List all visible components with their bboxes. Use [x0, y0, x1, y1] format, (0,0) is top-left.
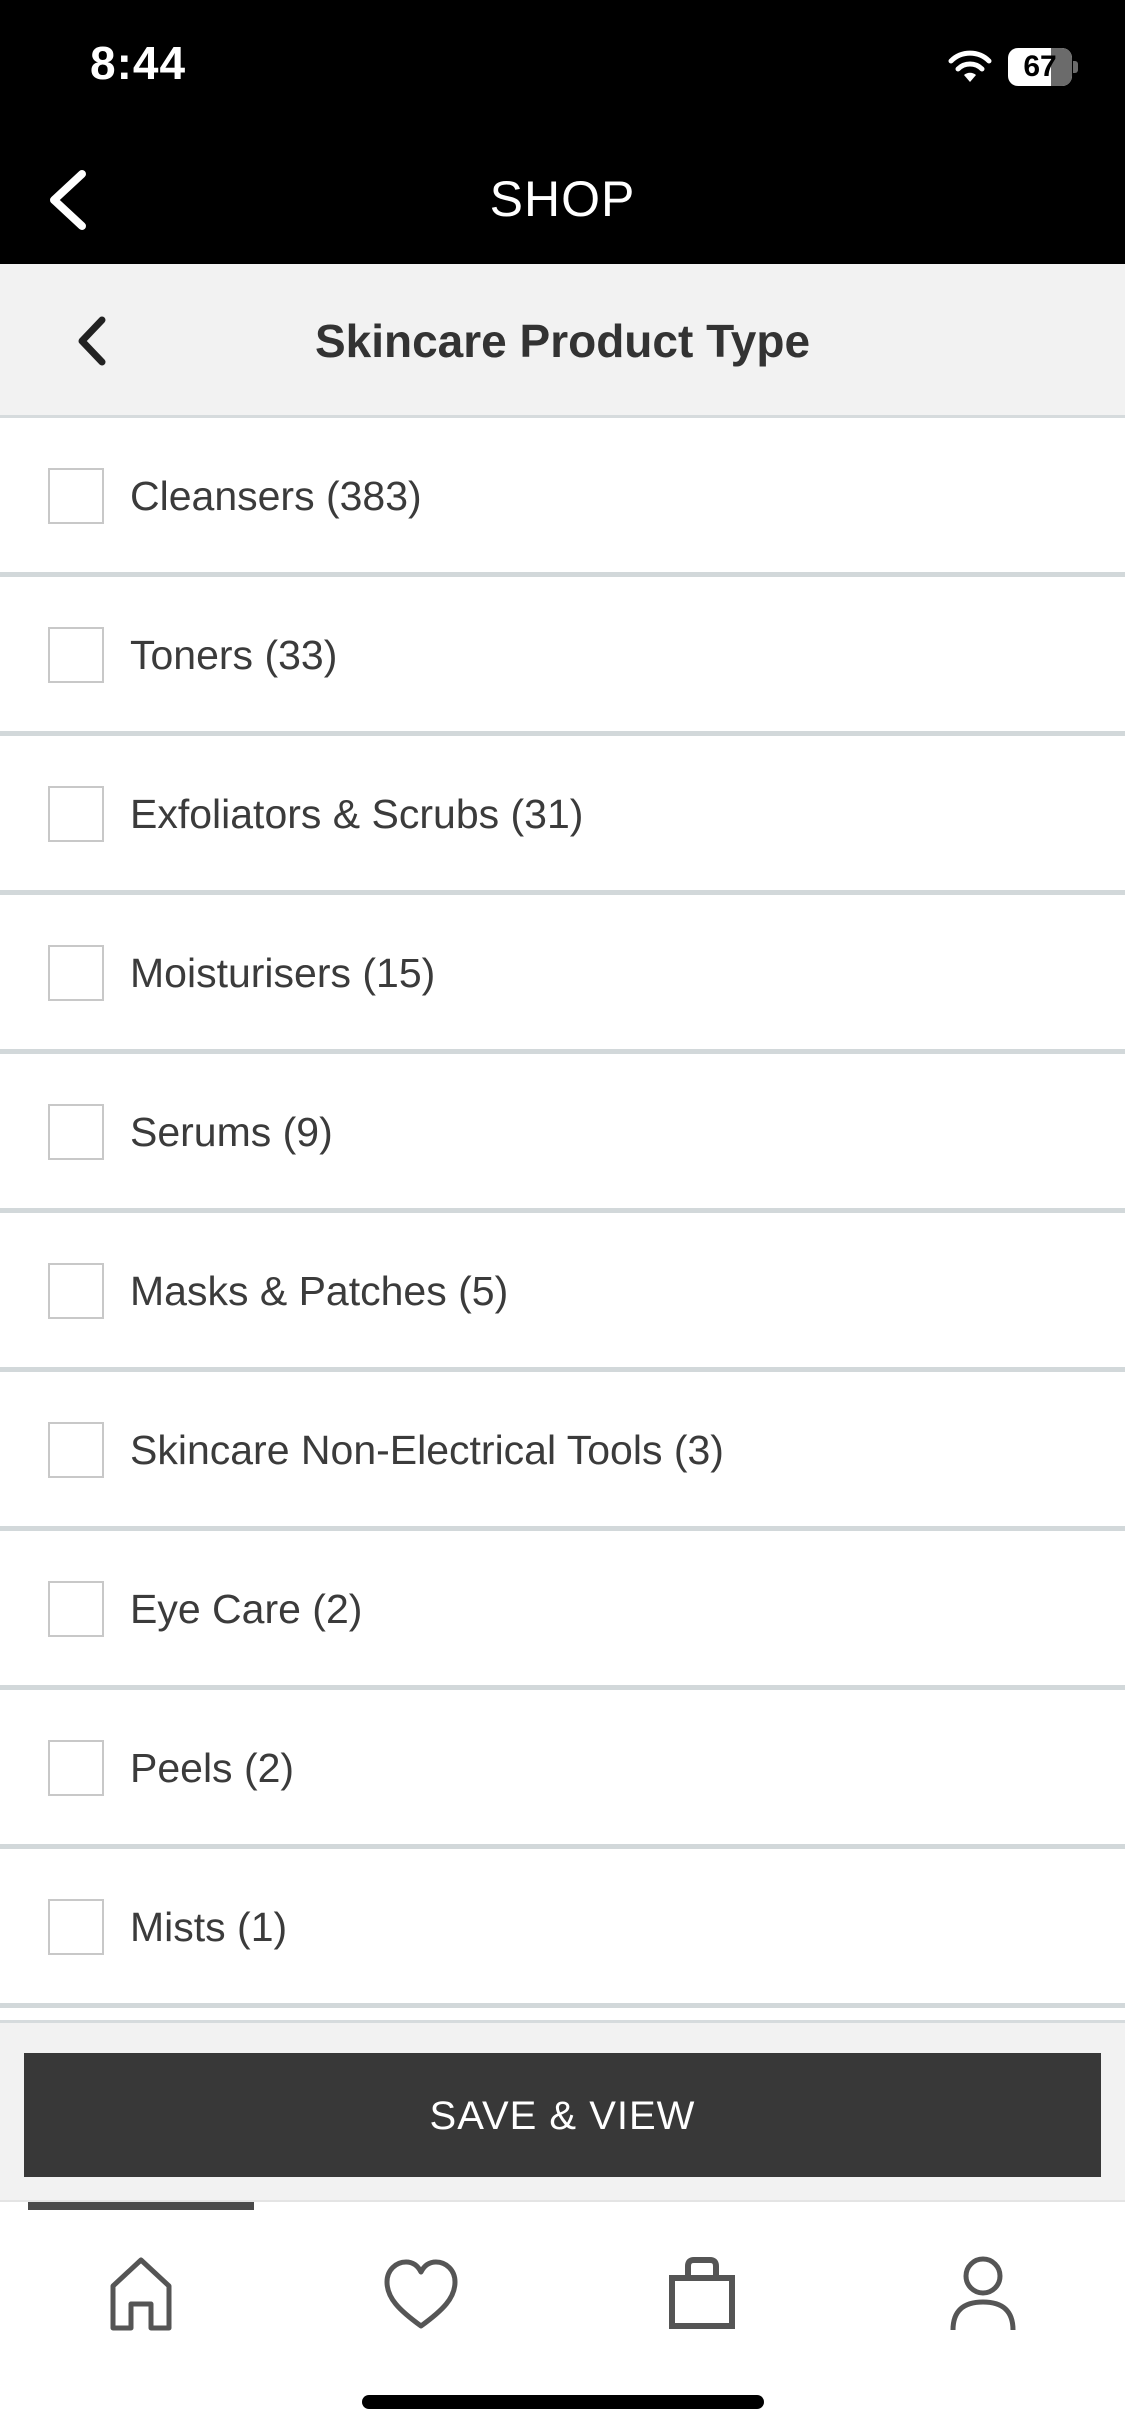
- item-label: Peels (2): [130, 1745, 295, 1791]
- checkbox[interactable]: [48, 945, 104, 1001]
- page-title: SHOP: [489, 171, 636, 227]
- status-time: 8:44: [90, 37, 187, 89]
- list-item[interactable]: Skincare Non-Electrical Tools (3): [0, 1372, 1125, 1531]
- item-label: Moisturisers (15): [130, 950, 436, 996]
- item-label: Serums (9): [130, 1109, 333, 1155]
- active-tab-indicator: [28, 2202, 254, 2210]
- profile-icon: [950, 2256, 1016, 2331]
- list-item[interactable]: Eye Care (2): [0, 1531, 1125, 1690]
- checkbox[interactable]: [48, 1104, 104, 1160]
- tab-account[interactable]: [933, 2242, 1033, 2342]
- filter-header: Skincare Product Type: [0, 264, 1125, 418]
- item-label: Toners (33): [130, 632, 338, 678]
- item-label: Masks & Patches (5): [130, 1268, 509, 1314]
- checkbox[interactable]: [48, 786, 104, 842]
- list-item[interactable]: Exfoliators & Scrubs (31): [0, 736, 1125, 895]
- wifi-icon: [948, 50, 992, 82]
- home-icon: [110, 2257, 172, 2331]
- home-indicator: [362, 2395, 764, 2409]
- checkbox[interactable]: [48, 627, 104, 683]
- item-label: Eye Care (2): [130, 1586, 363, 1632]
- tab-bag[interactable]: [652, 2242, 752, 2342]
- tab-wishlist[interactable]: [371, 2242, 471, 2342]
- filter-list: Cleansers (383) Toners (33) Exfoliators …: [0, 418, 1125, 2008]
- battery-level: 67: [1023, 50, 1057, 83]
- app-header: 8:44 67 SHOP: [0, 0, 1125, 264]
- item-label: Cleansers (383): [130, 473, 422, 519]
- footer-bar: SAVE & VIEW: [0, 2020, 1125, 2200]
- item-label: Exfoliators & Scrubs (31): [130, 791, 584, 837]
- checkbox[interactable]: [48, 468, 104, 524]
- heart-icon: [384, 2259, 458, 2329]
- item-label: Mists (1): [130, 1904, 288, 1950]
- checkbox[interactable]: [48, 1581, 104, 1637]
- filter-title: Skincare Product Type: [314, 315, 811, 367]
- checkbox[interactable]: [48, 1263, 104, 1319]
- list-item[interactable]: Toners (33): [0, 577, 1125, 736]
- item-label: Skincare Non-Electrical Tools (3): [130, 1427, 724, 1473]
- list-item[interactable]: Cleansers (383): [0, 418, 1125, 577]
- list-item[interactable]: Peels (2): [0, 1690, 1125, 1849]
- checkbox[interactable]: [48, 1422, 104, 1478]
- checkbox[interactable]: [48, 1899, 104, 1955]
- list-item[interactable]: Moisturisers (15): [0, 895, 1125, 1054]
- list-item[interactable]: Masks & Patches (5): [0, 1213, 1125, 1372]
- list-item[interactable]: Mists (1): [0, 1849, 1125, 2008]
- checkbox[interactable]: [48, 1740, 104, 1796]
- tab-home[interactable]: [91, 2242, 191, 2342]
- battery-icon: 67: [1008, 48, 1078, 86]
- save-view-button[interactable]: SAVE & VIEW: [24, 2053, 1101, 2177]
- bag-icon: [669, 2257, 735, 2329]
- list-item[interactable]: Serums (9): [0, 1054, 1125, 1213]
